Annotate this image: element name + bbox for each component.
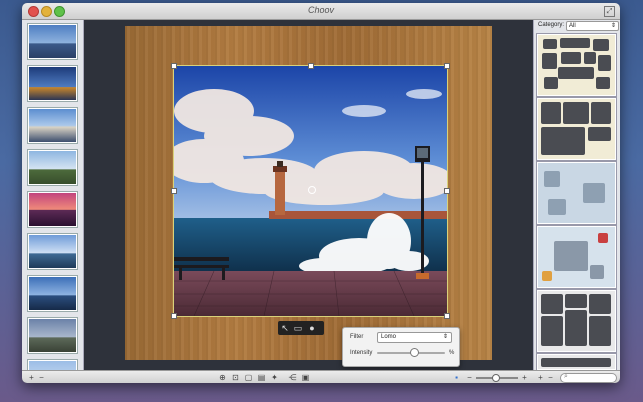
fit-view-icon[interactable]: ▪	[452, 373, 461, 382]
frame-icon[interactable]: ▢	[244, 373, 253, 382]
resize-handle[interactable]	[444, 63, 450, 69]
magic-wand-icon[interactable]: ✦	[270, 373, 279, 382]
resize-handle[interactable]	[171, 188, 177, 194]
category-select-value: All	[569, 23, 576, 29]
category-select[interactable]: All ⇕	[566, 21, 619, 31]
intensity-label: Intensity	[350, 350, 373, 356]
photo-thumbnail-list[interactable]	[22, 20, 84, 370]
chevron-updown-icon: ⇕	[610, 23, 616, 29]
add-template-button[interactable]: +	[536, 373, 545, 382]
wood-background-board: ↖ ▭ ●	[125, 26, 492, 360]
resize-handle[interactable]	[171, 63, 177, 69]
template-collage[interactable]	[537, 354, 616, 370]
zoom-slider-knob[interactable]	[491, 374, 500, 382]
photo-thumbnail[interactable]	[28, 234, 77, 269]
category-label: Category:	[538, 22, 565, 28]
editing-canvas: ↖ ▭ ● Filter Lomo ⇕ Intensity %	[84, 20, 532, 370]
photo-tool-strip: ↖ ▭ ●	[278, 321, 324, 335]
resize-handle[interactable]	[444, 313, 450, 319]
template-collage[interactable]	[537, 98, 616, 160]
template-collage[interactable]	[537, 226, 616, 288]
template-collage[interactable]	[537, 162, 616, 224]
filter-popover: Filter Lomo ⇕ Intensity %	[342, 327, 460, 367]
share-icon[interactable]: ⋲	[288, 373, 297, 382]
crop-icon[interactable]: ▭	[293, 323, 303, 333]
window-title: Choov	[307, 5, 334, 15]
template-search-input[interactable]: ⌕	[560, 373, 617, 383]
photo-thumbnail[interactable]	[28, 318, 77, 353]
zoom-out-icon[interactable]: −	[465, 373, 474, 382]
bottom-toolbar: + − ⊕ ⊡ ▢ ▤ ✦ ⋲ ▣ ▪ − + + − ⌕	[22, 370, 620, 383]
intensity-slider-knob[interactable]	[410, 348, 420, 357]
photo-thumbnail[interactable]	[28, 108, 77, 143]
rotation-center-handle[interactable]	[308, 186, 316, 194]
selected-photo[interactable]	[173, 65, 448, 317]
filter-select-value: Lomo	[381, 334, 397, 340]
photo-thumbnail[interactable]	[28, 360, 77, 370]
filter-label: Filter	[350, 334, 364, 340]
image-icon[interactable]: ▣	[301, 373, 310, 382]
resize-handle[interactable]	[171, 313, 177, 319]
add-circle-icon[interactable]: ⊕	[218, 373, 227, 382]
remove-template-button[interactable]: −	[546, 373, 555, 382]
template-panel[interactable]: Category: All ⇕	[533, 20, 620, 370]
title-bar: Choov ⤢	[22, 3, 620, 20]
photo-thumbnail[interactable]	[28, 66, 77, 101]
template-collage[interactable]	[537, 290, 616, 352]
add-photo-button[interactable]: +	[27, 373, 36, 382]
category-row: Category: All ⇕	[534, 20, 620, 32]
arrow-icon[interactable]: ↖	[280, 323, 290, 333]
app-window: Choov ⤢ ↖ ▭ ● Filter Lomo ⇕ Intensity % …	[22, 3, 620, 383]
resize-handle[interactable]	[444, 188, 450, 194]
photo-thumbnail[interactable]	[28, 24, 77, 59]
photo-thumbnail[interactable]	[28, 276, 77, 311]
resize-handle[interactable]	[308, 63, 314, 69]
chevron-updown-icon: ⇕	[442, 334, 448, 340]
crop-tool-icon[interactable]: ⊡	[231, 373, 240, 382]
drop-icon[interactable]: ●	[307, 323, 317, 333]
zoom-in-icon[interactable]: +	[520, 373, 529, 382]
photo-thumbnail[interactable]	[28, 192, 77, 227]
filter-select[interactable]: Lomo ⇕	[377, 332, 452, 343]
photo-thumbnail[interactable]	[28, 150, 77, 185]
intensity-unit: %	[449, 350, 455, 356]
remove-photo-button[interactable]: −	[37, 373, 46, 382]
template-collage[interactable]	[537, 34, 616, 96]
fullscreen-icon[interactable]: ⤢	[604, 6, 615, 17]
layout-icon[interactable]: ▤	[257, 373, 266, 382]
search-icon: ⌕	[564, 373, 568, 380]
